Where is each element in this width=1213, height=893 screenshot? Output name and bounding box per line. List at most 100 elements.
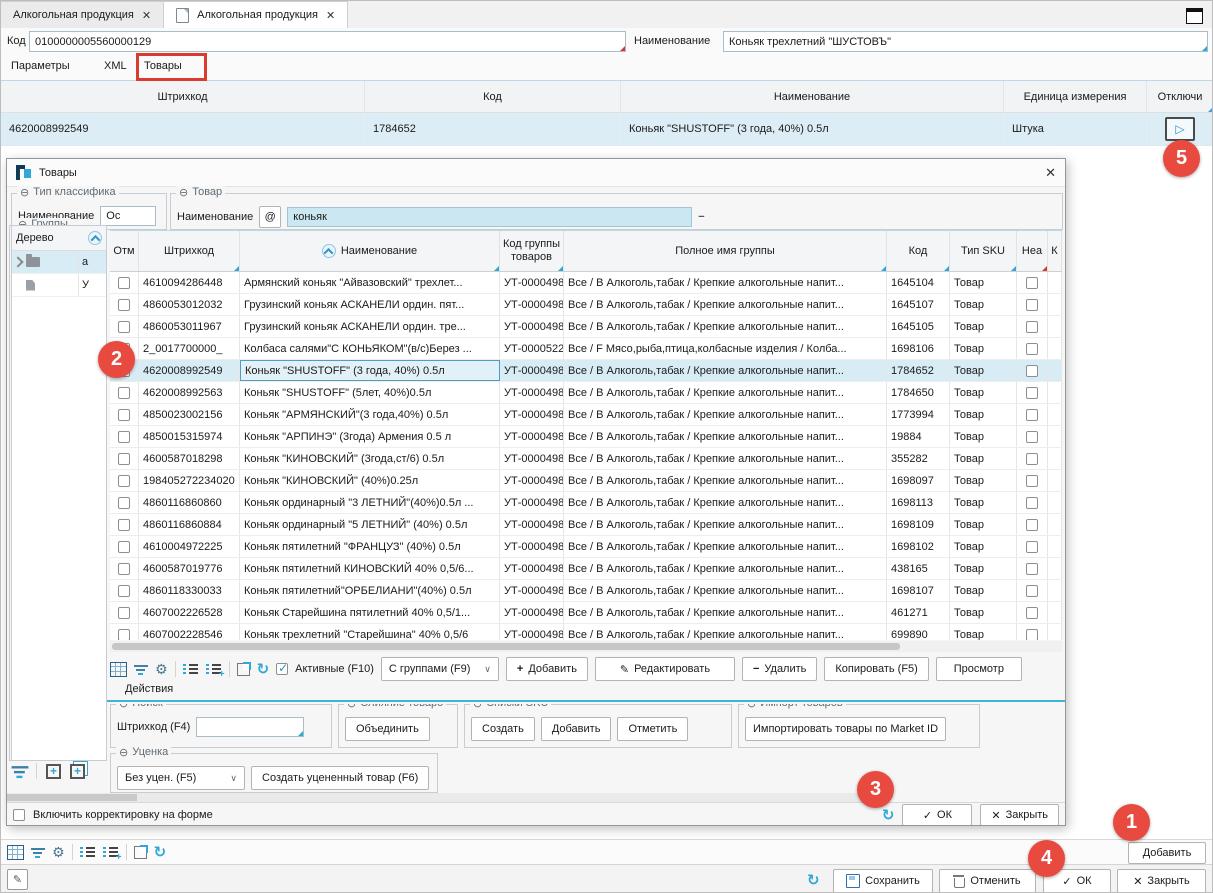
row-checkbox-cell[interactable] — [110, 426, 139, 447]
checkbox[interactable] — [118, 277, 130, 289]
sku-add-button[interactable]: Добавить — [541, 717, 612, 741]
checkbox[interactable] — [1026, 343, 1038, 355]
external-link-icon[interactable] — [237, 663, 250, 676]
dialog-title-bar[interactable]: Товары ✕ — [7, 159, 1065, 187]
col-header-unit[interactable]: Единица измерения — [1004, 81, 1147, 112]
checkbox[interactable] — [118, 409, 130, 421]
row-checkbox-cell[interactable] — [110, 536, 139, 557]
product-row[interactable]: 4860116860884Коньяк ординарный "5 ЛЕТНИЙ… — [110, 514, 1062, 536]
product-row[interactable]: 4850023002156Коньяк "АРМЯНСКИЙ"(3 года,4… — [110, 404, 1062, 426]
col-header-code[interactable]: Код — [887, 231, 950, 271]
checkbox[interactable] — [1026, 387, 1038, 399]
checkbox[interactable] — [118, 629, 130, 641]
gear-icon[interactable]: ⚙ — [52, 845, 65, 859]
row-checkbox-cell[interactable] — [1017, 404, 1048, 425]
horizontal-scrollbar[interactable] — [7, 793, 862, 802]
checkbox[interactable] — [1026, 321, 1038, 333]
col-header-sku-type[interactable]: Тип SKU — [950, 231, 1017, 271]
checkbox[interactable] — [118, 475, 130, 487]
checkbox[interactable] — [1026, 277, 1038, 289]
row-checkbox-cell[interactable] — [1017, 492, 1048, 513]
collapse-icon[interactable]: ⊖ — [747, 704, 756, 710]
filter-icon[interactable] — [12, 763, 29, 779]
list-add-icon[interactable] — [206, 663, 222, 675]
filter-icon[interactable] — [31, 846, 45, 859]
checkbox[interactable] — [118, 321, 130, 333]
row-checkbox-cell[interactable] — [110, 272, 139, 293]
checkbox[interactable] — [1026, 365, 1038, 377]
row-checkbox-cell[interactable] — [110, 448, 139, 469]
tab-parametry[interactable]: Параметры — [11, 60, 70, 72]
table-row[interactable]: 4620008992549 1784652 Коньяк "SHUSTOFF" … — [1, 113, 1213, 146]
col-header-disable[interactable]: Отключи — [1147, 81, 1213, 112]
checkbox[interactable] — [1026, 409, 1038, 421]
merge-button[interactable]: Объединить — [345, 717, 430, 741]
checkbox[interactable] — [118, 519, 130, 531]
form-correction-checkbox[interactable] — [13, 809, 25, 821]
create-markdown-button[interactable]: Создать уцененный товар (F6) — [251, 766, 429, 790]
row-checkbox-cell[interactable] — [1017, 514, 1048, 535]
import-market-id-button[interactable]: Импортировать товары по Market ID — [745, 717, 946, 741]
product-row[interactable]: 4620008992563Коньяк "SHUSTOFF" (5лет, 40… — [110, 382, 1062, 404]
row-checkbox-cell[interactable] — [1017, 360, 1048, 381]
row-checkbox-cell[interactable] — [110, 382, 139, 403]
col-header-name[interactable]: Наименование — [240, 231, 500, 271]
row-checkbox-cell[interactable] — [110, 294, 139, 315]
row-checkbox-cell[interactable] — [1017, 448, 1048, 469]
sku-mark-button[interactable]: Отметить — [617, 717, 688, 741]
window-tab-2[interactable]: Алкогольная продукция ✕ — [164, 1, 348, 28]
product-row[interactable]: 4607002226528Коньяк Старейшина пятилетни… — [110, 602, 1062, 624]
tab-xml[interactable]: XML — [104, 60, 127, 72]
sku-create-button[interactable]: Создать — [471, 717, 535, 741]
add-row-button[interactable]: Добавить — [1128, 842, 1206, 864]
product-row[interactable]: 4610004972225Коньяк пятилетний "ФРАНЦУЗ"… — [110, 536, 1062, 558]
product-search-input[interactable]: коньяк — [287, 207, 692, 227]
view-button[interactable]: Просмотр — [936, 657, 1022, 681]
collapse-icon[interactable]: ⊖ — [347, 704, 356, 710]
checkbox[interactable] — [1026, 585, 1038, 597]
col-header-name[interactable]: Наименование — [621, 81, 1004, 112]
refresh-icon[interactable]: ↻ — [154, 845, 167, 860]
markdown-dropdown[interactable]: Без уцен. (F5)∨ — [117, 766, 245, 790]
row-checkbox-cell[interactable] — [1017, 470, 1048, 491]
edit-icon[interactable]: ✎ — [7, 869, 28, 890]
row-checkbox-cell[interactable] — [1017, 272, 1048, 293]
product-row[interactable]: 4860118330033Коньяк пятилетний"ОРБЕЛИАНИ… — [110, 580, 1062, 602]
row-checkbox-cell[interactable] — [1017, 580, 1048, 601]
minus-icon[interactable]: − — [698, 211, 704, 223]
checkbox[interactable] — [118, 299, 130, 311]
col-header-barcode[interactable]: Штрихкод — [139, 231, 240, 271]
checkbox[interactable] — [1026, 629, 1038, 641]
row-checkbox-cell[interactable] — [110, 602, 139, 623]
row-checkbox-cell[interactable] — [110, 558, 139, 579]
row-checkbox-cell[interactable] — [1017, 624, 1048, 640]
close-icon[interactable]: ✕ — [1045, 165, 1056, 181]
checkbox[interactable] — [118, 563, 130, 575]
checkbox[interactable] — [118, 585, 130, 597]
col-header-k[interactable]: К — [1048, 231, 1062, 271]
row-checkbox-cell[interactable] — [110, 492, 139, 513]
row-checkbox-cell[interactable] — [1017, 536, 1048, 557]
row-checkbox-cell[interactable] — [1017, 602, 1048, 623]
checkbox[interactable] — [1026, 563, 1038, 575]
open-product-button[interactable]: ▷ — [1165, 117, 1195, 141]
product-row[interactable]: 4610094286448Армянский коньяк "Айвазовск… — [110, 272, 1062, 294]
checkbox[interactable] — [1026, 453, 1038, 465]
tree-item-folder[interactable]: а — [12, 251, 106, 274]
col-header-barcode[interactable]: Штрихкод — [1, 81, 365, 112]
row-checkbox-cell[interactable] — [110, 514, 139, 535]
row-checkbox-cell[interactable] — [110, 624, 139, 640]
row-checkbox-cell[interactable] — [1017, 294, 1048, 315]
row-checkbox-cell[interactable] — [1017, 382, 1048, 403]
checkbox[interactable] — [1026, 519, 1038, 531]
classifier-input[interactable]: Ос — [100, 206, 156, 226]
sort-asc-icon[interactable] — [88, 231, 102, 245]
refresh-icon[interactable]: ↻ — [807, 873, 820, 888]
window-restore-icon[interactable] — [1186, 8, 1203, 24]
product-row[interactable]: 2_0017700000_Колбаса салями"С КОНЬЯКОМ"(… — [110, 338, 1062, 360]
window-tab-1[interactable]: Алкогольная продукция ✕ — [1, 1, 164, 28]
product-row[interactable]: 4600587019776Коньяк пятилетний КИНОВСКИЙ… — [110, 558, 1062, 580]
col-header-code[interactable]: Код — [365, 81, 621, 112]
gear-icon[interactable]: ⚙ — [155, 662, 168, 676]
checkbox[interactable] — [118, 453, 130, 465]
